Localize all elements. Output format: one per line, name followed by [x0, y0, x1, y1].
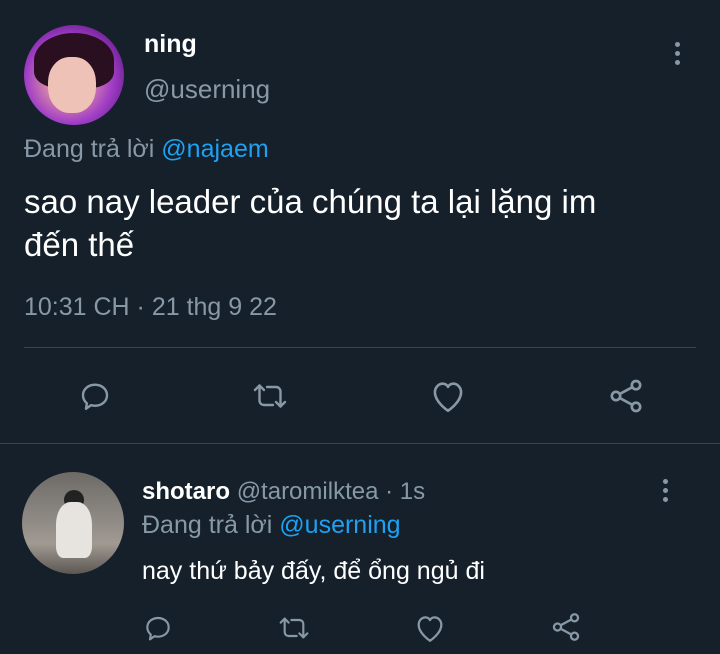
avatar[interactable]	[24, 25, 124, 125]
reply-icon[interactable]	[142, 612, 174, 644]
tweet-text-line2: đến thế	[24, 226, 135, 263]
avatar-person	[56, 502, 92, 558]
section-divider	[0, 443, 720, 444]
more-options-icon[interactable]	[675, 42, 681, 69]
retweet-icon[interactable]	[250, 378, 290, 414]
like-icon[interactable]	[428, 378, 468, 414]
replying-to-link[interactable]: @userning	[279, 511, 400, 539]
replying-prefix: Đang trả lời	[24, 135, 155, 163]
tweet-text-line1: sao nay leader của chúng ta lại lặng im	[24, 183, 597, 220]
retweet-icon[interactable]	[276, 612, 312, 644]
reply-icon[interactable]	[77, 378, 113, 414]
replying-to-line: Đang trả lời @najaem	[24, 135, 269, 164]
reply-text: nay thứ bảy đấy, để ổng ngủ đi	[142, 557, 485, 585]
reply-handle[interactable]: @taromilktea	[237, 478, 379, 505]
avatar-face	[48, 57, 96, 113]
reply-replying-to-line: Đang trả lời @userning	[142, 511, 401, 540]
handle[interactable]: @userning	[144, 74, 270, 105]
reply-display-name[interactable]: shotaro	[142, 478, 230, 505]
share-icon[interactable]	[549, 610, 583, 644]
tweet-timestamp[interactable]: 10:31 CH · 21 thg 9 22	[24, 293, 277, 322]
replying-to-link[interactable]: @najaem	[161, 135, 268, 163]
reply-time[interactable]: · 1s	[385, 478, 425, 505]
more-options-icon[interactable]	[663, 479, 669, 506]
display-name[interactable]: ning	[144, 30, 197, 59]
share-icon[interactable]	[606, 376, 646, 416]
divider	[24, 347, 696, 348]
replying-prefix: Đang trả lời	[142, 511, 273, 539]
like-icon[interactable]	[413, 612, 447, 644]
reply-header: shotaro @taromilktea · 1s	[142, 478, 425, 506]
reply-avatar[interactable]	[22, 472, 124, 574]
